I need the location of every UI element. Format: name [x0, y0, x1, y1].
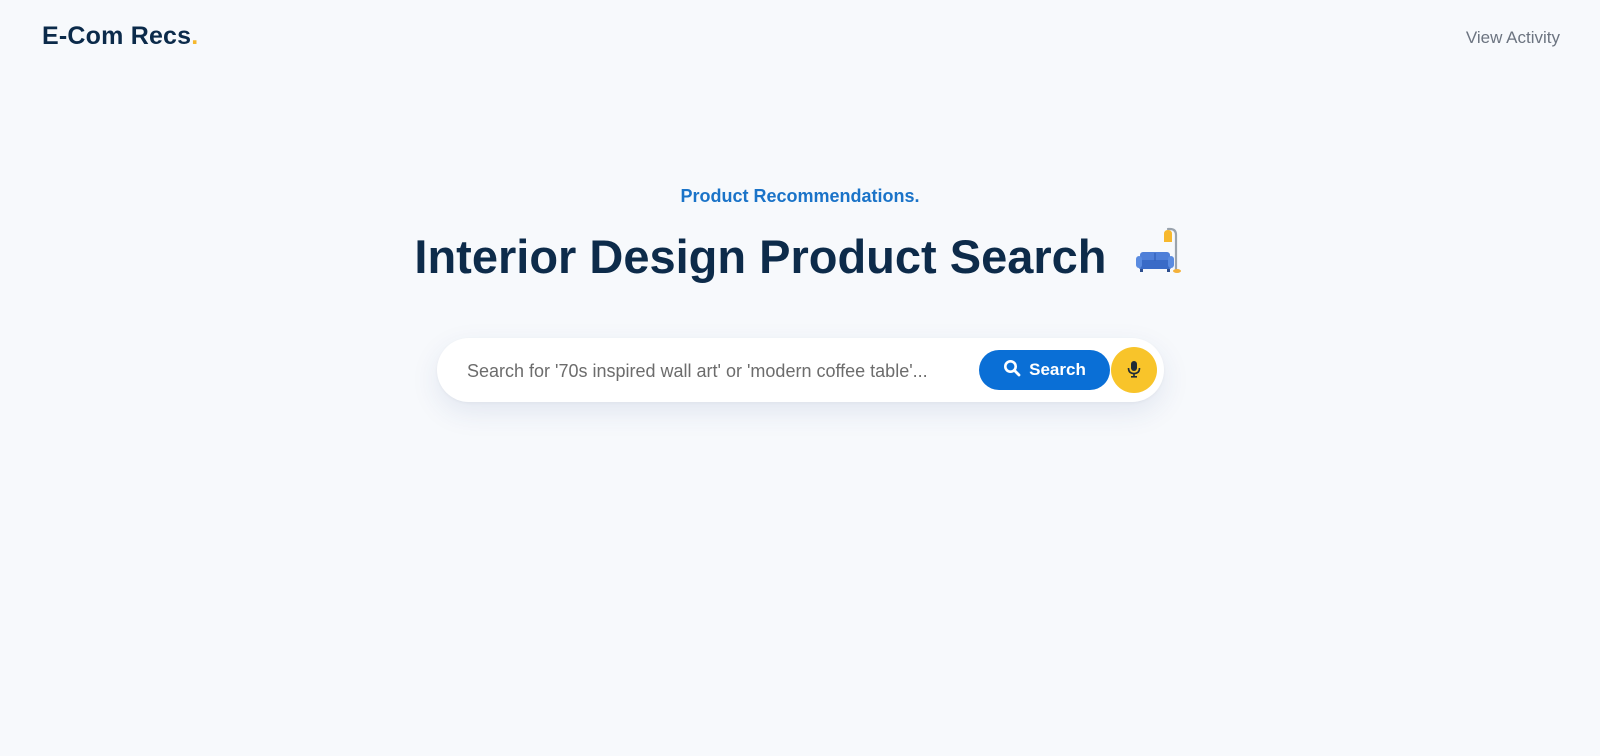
brand-logo[interactable]: E-Com Recs. [42, 22, 198, 51]
sofa-and-lamp-icon [1135, 225, 1186, 288]
top-header: E-Com Recs. View Activity [0, 0, 1600, 78]
brand-name: E-Com Recs [42, 22, 192, 50]
search-button[interactable]: Search [979, 350, 1110, 390]
search-bar: Search [437, 338, 1164, 404]
search-input[interactable] [465, 338, 969, 404]
view-activity-link[interactable]: View Activity [1466, 28, 1560, 48]
hero-heading: Interior Design Product Search [0, 225, 1600, 292]
page-title: Interior Design Product Search [414, 230, 1107, 283]
brand-dot: . [191, 22, 199, 50]
microphone-icon [1126, 360, 1142, 381]
search-icon [1003, 359, 1021, 382]
hero-eyebrow: Product Recommendations. [680, 186, 920, 206]
search-button-label: Search [1029, 360, 1086, 379]
voice-search-button[interactable] [1111, 347, 1157, 393]
